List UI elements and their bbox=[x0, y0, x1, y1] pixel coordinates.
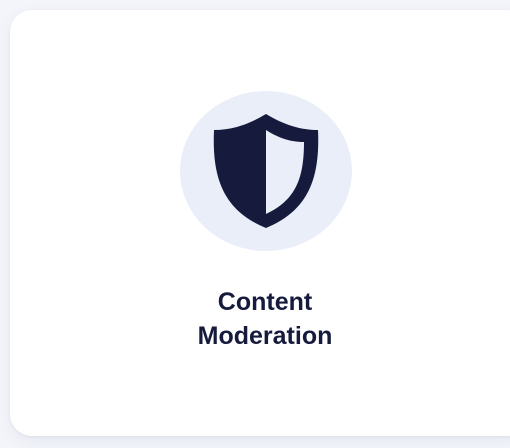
shield-icon bbox=[206, 106, 326, 236]
card-title: Content Moderation bbox=[10, 285, 510, 353]
content-moderation-card[interactable]: Content Moderation bbox=[10, 10, 510, 436]
card-title-line-2: Moderation bbox=[197, 322, 333, 350]
card-title-line-1: Content bbox=[217, 288, 313, 316]
icon-badge bbox=[180, 91, 352, 251]
